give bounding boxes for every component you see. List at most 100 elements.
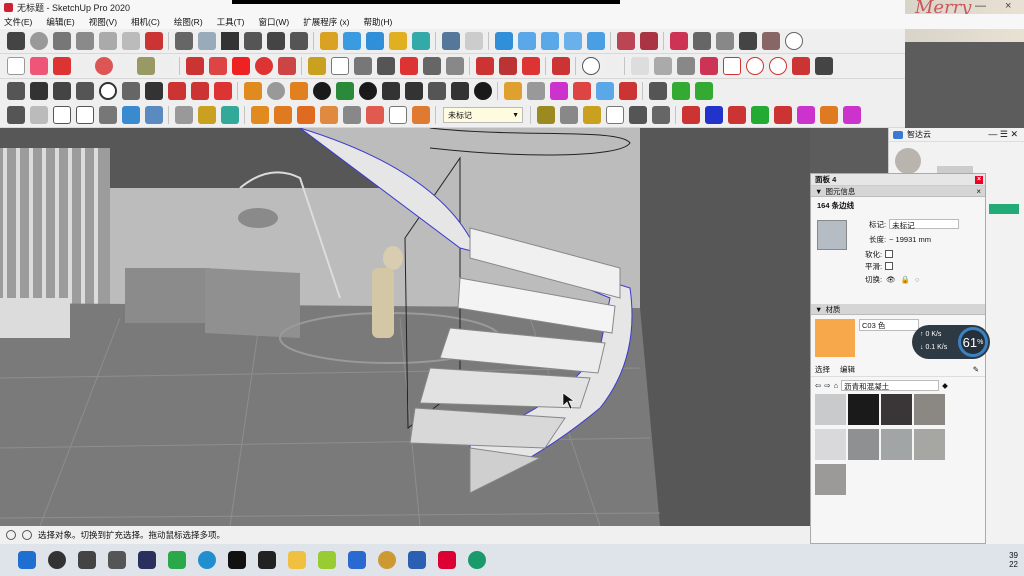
select-icon[interactable]: [6, 57, 25, 75]
visibility-eye-icon[interactable]: 👁: [886, 275, 896, 284]
section-icon[interactable]: [669, 32, 688, 50]
textured-icon[interactable]: [121, 106, 140, 124]
tray-window-controls[interactable]: — ☰ ✕: [988, 129, 1018, 140]
extension-icon[interactable]: [676, 57, 695, 75]
left-view-icon[interactable]: [289, 32, 308, 50]
word-icon[interactable]: [408, 551, 426, 569]
material-swatch[interactable]: [815, 429, 846, 460]
menu-edit[interactable]: 编辑(E): [46, 16, 74, 28]
close-button[interactable]: ×: [1005, 0, 1011, 12]
round-icon[interactable]: [358, 82, 377, 100]
task-view-icon[interactable]: [78, 551, 96, 569]
info-icon[interactable]: [473, 82, 492, 100]
share-icon[interactable]: [586, 32, 605, 50]
offset-icon[interactable]: [296, 106, 315, 124]
home-library-icon[interactable]: ⌂: [834, 381, 839, 390]
tab-select[interactable]: 选择: [815, 364, 830, 375]
section-close-icon[interactable]: ×: [976, 187, 981, 196]
checker-icon[interactable]: [381, 82, 400, 100]
search-icon[interactable]: [48, 551, 66, 569]
material-swatch[interactable]: [815, 464, 846, 495]
gear-icon[interactable]: [784, 32, 803, 50]
dropdown-icon[interactable]: [117, 57, 132, 75]
arrow-icon[interactable]: [213, 82, 232, 100]
defender-icon[interactable]: [348, 551, 366, 569]
menu-file[interactable]: 文件(E): [4, 16, 32, 28]
component-icon[interactable]: [464, 32, 483, 50]
leaf-icon[interactable]: [671, 82, 690, 100]
monochrome-icon[interactable]: [144, 106, 163, 124]
sync-icon[interactable]: [768, 57, 787, 75]
door-icon[interactable]: [197, 106, 216, 124]
material-swatch[interactable]: [848, 394, 879, 425]
tab-edit[interactable]: 编辑: [840, 364, 855, 375]
chain-icon[interactable]: [526, 82, 545, 100]
recycle-icon[interactable]: [694, 82, 713, 100]
follow-me-icon[interactable]: [208, 57, 227, 75]
clock[interactable]: 39 22: [1009, 551, 1018, 569]
flip-icon[interactable]: [319, 106, 338, 124]
back-view-icon[interactable]: [266, 32, 285, 50]
cursor-icon[interactable]: [144, 82, 163, 100]
export-icon[interactable]: [144, 32, 163, 50]
menu-view[interactable]: 视图(V): [89, 16, 117, 28]
minimize-button[interactable]: —: [975, 0, 986, 12]
material-swatch[interactable]: [881, 394, 912, 425]
material-swatch[interactable]: [848, 429, 879, 460]
axis-y-icon[interactable]: [704, 106, 723, 124]
top-view-icon[interactable]: [197, 32, 216, 50]
smooth-checkbox[interactable]: [885, 262, 894, 270]
loop-icon[interactable]: [266, 82, 285, 100]
dropdown-icon[interactable]: [159, 57, 174, 75]
edge-icon[interactable]: [198, 551, 216, 569]
geo-location-icon[interactable]: [6, 530, 16, 540]
menu-window[interactable]: 窗口(W): [259, 16, 290, 28]
front-view-icon[interactable]: [220, 32, 239, 50]
scale-icon[interactable]: [388, 32, 407, 50]
material-swatch[interactable]: [815, 394, 846, 425]
tape-measure-icon[interactable]: [307, 57, 326, 75]
library-details-icon[interactable]: ◆: [942, 381, 948, 390]
shield-icon[interactable]: [648, 82, 667, 100]
cloud-sync-icon[interactable]: [494, 32, 513, 50]
material-swatch[interactable]: [881, 429, 912, 460]
material-swatch[interactable]: [914, 429, 945, 460]
desktop-icon[interactable]: [108, 551, 126, 569]
push-pull-icon[interactable]: [185, 57, 204, 75]
frame-icon[interactable]: [388, 106, 407, 124]
sketchup-taskbar-icon[interactable]: [438, 551, 456, 569]
scissors-icon[interactable]: [342, 106, 361, 124]
cloud-download-icon[interactable]: [540, 32, 559, 50]
dropdown-icon[interactable]: [75, 57, 90, 75]
chrome-icon[interactable]: [318, 551, 336, 569]
cloud-icon[interactable]: [404, 82, 423, 100]
section-display-icon[interactable]: [692, 32, 711, 50]
tag-select-dropdown[interactable]: 未标记 ▼: [443, 107, 523, 123]
knife-icon[interactable]: [174, 106, 193, 124]
mail-icon[interactable]: [450, 82, 469, 100]
back-arrow-icon[interactable]: ⇦: [815, 381, 821, 390]
info-status-icon[interactable]: [22, 530, 32, 540]
line-icon[interactable]: [6, 82, 25, 100]
photo-icon[interactable]: [722, 57, 741, 75]
photoshop-icon[interactable]: [138, 551, 156, 569]
axis-x-icon[interactable]: [681, 106, 700, 124]
refresh-icon[interactable]: [745, 57, 764, 75]
material-swatch[interactable]: [914, 394, 945, 425]
pipe-icon[interactable]: [250, 106, 269, 124]
user-icon[interactable]: [411, 32, 430, 50]
model-info-icon[interactable]: [441, 32, 460, 50]
pin-icon[interactable]: [651, 106, 670, 124]
windows-start-icon[interactable]: [18, 551, 36, 569]
current-material-swatch[interactable]: [815, 319, 855, 357]
solid-union-icon[interactable]: [475, 57, 494, 75]
measure-icon[interactable]: [536, 106, 555, 124]
warehouse-icon[interactable]: [551, 57, 570, 75]
capcut-icon[interactable]: [228, 551, 246, 569]
tree-icon[interactable]: [335, 82, 354, 100]
eyedropper-tool-icon[interactable]: ✎: [973, 365, 979, 374]
hatch-icon[interactable]: [628, 106, 647, 124]
rotate-icon[interactable]: [254, 57, 273, 75]
rectangle-icon[interactable]: [136, 57, 155, 75]
weld-icon[interactable]: [365, 106, 384, 124]
